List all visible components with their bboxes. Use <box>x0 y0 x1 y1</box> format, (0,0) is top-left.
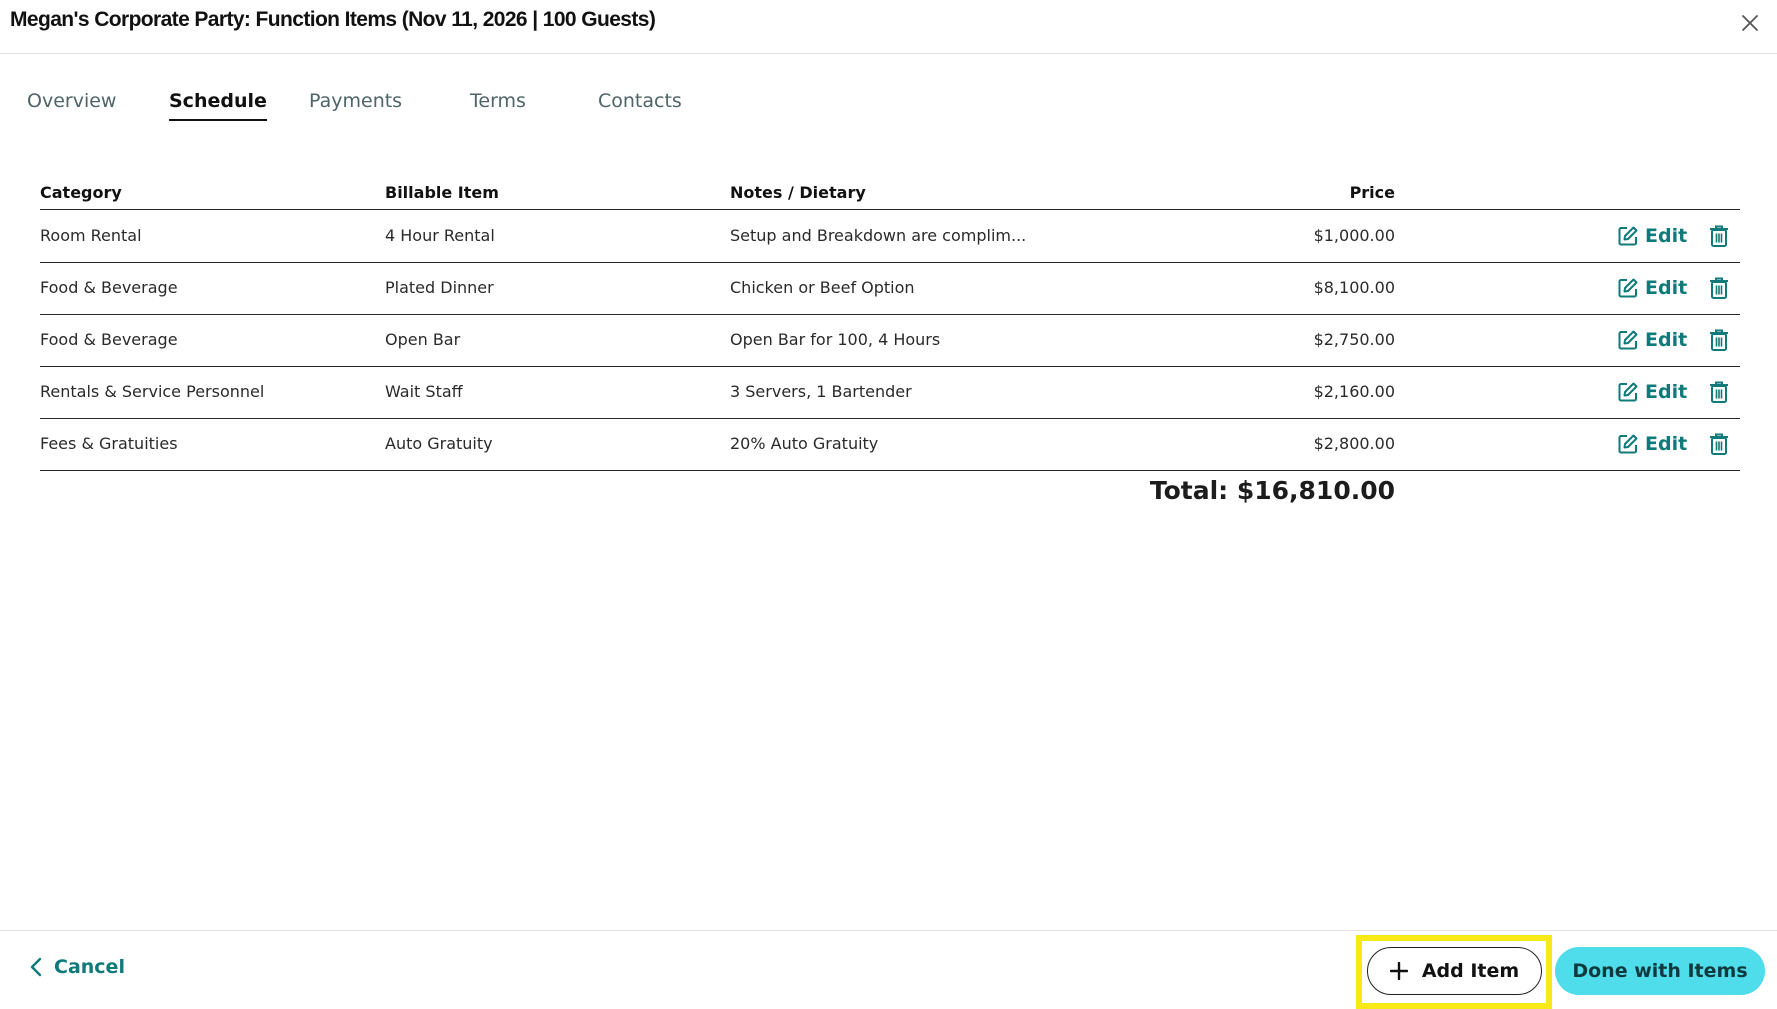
table-row: Food & Beverage Open Bar Open Bar for 10… <box>40 315 1740 367</box>
column-header-billable-item: Billable Item <box>385 183 499 202</box>
row-category: Room Rental <box>40 226 142 245</box>
trash-icon <box>1710 225 1728 247</box>
delete-button[interactable] <box>1707 327 1731 353</box>
row-price: $1,000.00 <box>1313 226 1395 245</box>
edit-icon <box>1618 382 1638 402</box>
edit-icon <box>1618 330 1638 350</box>
trash-icon <box>1710 277 1728 299</box>
edit-icon <box>1618 278 1638 298</box>
modal-footer: Cancel Add Item Done with Items <box>0 930 1777 1009</box>
edit-label: Edit <box>1645 329 1688 351</box>
column-header-price: Price <box>1349 183 1395 202</box>
chevron-left-icon <box>30 957 42 977</box>
column-header-notes: Notes / Dietary <box>730 183 866 202</box>
close-button[interactable] <box>1737 10 1763 36</box>
tab-schedule[interactable]: Schedule <box>169 90 267 121</box>
cancel-label: Cancel <box>54 956 125 978</box>
row-category: Rentals & Service Personnel <box>40 382 265 401</box>
cancel-button[interactable]: Cancel <box>30 956 125 978</box>
tab-payments[interactable]: Payments <box>309 90 402 112</box>
trash-icon <box>1710 329 1728 351</box>
row-billable-item: Wait Staff <box>385 382 463 401</box>
tab-contacts[interactable]: Contacts <box>598 90 682 112</box>
row-price: $8,100.00 <box>1313 278 1395 297</box>
row-price: $2,160.00 <box>1313 382 1395 401</box>
tab-terms[interactable]: Terms <box>470 90 526 112</box>
row-category: Fees & Gratuities <box>40 434 178 453</box>
plus-icon <box>1389 962 1408 980</box>
edit-button[interactable]: Edit <box>1617 326 1687 354</box>
row-notes: Chicken or Beef Option <box>730 278 915 297</box>
row-billable-item: Auto Gratuity <box>385 434 493 453</box>
modal-header: Megan's Corporate Party: Function Items … <box>0 0 1777 54</box>
table-header: Category Billable Item Notes / Dietary P… <box>40 180 1740 210</box>
row-notes: 3 Servers, 1 Bartender <box>730 382 912 401</box>
edit-label: Edit <box>1645 225 1688 247</box>
total-amount: Total: $16,810.00 <box>1149 476 1395 505</box>
table-row: Room Rental 4 Hour Rental Setup and Brea… <box>40 211 1740 263</box>
row-billable-item: Plated Dinner <box>385 278 494 297</box>
done-with-items-button[interactable]: Done with Items <box>1555 947 1765 995</box>
column-header-category: Category <box>40 183 122 202</box>
edit-button[interactable]: Edit <box>1617 274 1687 302</box>
table-row: Food & Beverage Plated Dinner Chicken or… <box>40 263 1740 315</box>
row-billable-item: Open Bar <box>385 330 461 349</box>
row-notes: Setup and Breakdown are complim... <box>730 226 1027 245</box>
row-category: Food & Beverage <box>40 330 178 349</box>
row-price: $2,750.00 <box>1313 330 1395 349</box>
table-row: Fees & Gratuities Auto Gratuity 20% Auto… <box>40 419 1740 471</box>
delete-button[interactable] <box>1707 275 1731 301</box>
edit-icon <box>1618 434 1638 454</box>
delete-button[interactable] <box>1707 431 1731 457</box>
add-item-button[interactable]: Add Item <box>1367 947 1542 995</box>
edit-label: Edit <box>1645 381 1688 403</box>
row-notes: 20% Auto Gratuity <box>730 434 879 453</box>
trash-icon <box>1710 381 1728 403</box>
close-icon <box>1742 15 1758 31</box>
edit-button[interactable]: Edit <box>1617 222 1687 250</box>
edit-label: Edit <box>1645 277 1688 299</box>
table-row: Rentals & Service Personnel Wait Staff 3… <box>40 367 1740 419</box>
row-category: Food & Beverage <box>40 278 178 297</box>
page-title: Megan's Corporate Party: Function Items … <box>10 8 656 31</box>
row-price: $2,800.00 <box>1313 434 1395 453</box>
add-item-label: Add Item <box>1421 960 1520 982</box>
tab-overview[interactable]: Overview <box>27 90 116 112</box>
edit-button[interactable]: Edit <box>1617 378 1687 406</box>
trash-icon <box>1710 433 1728 455</box>
row-billable-item: 4 Hour Rental <box>385 226 495 245</box>
delete-button[interactable] <box>1707 223 1731 249</box>
row-notes: Open Bar for 100, 4 Hours <box>730 330 941 349</box>
edit-icon <box>1618 226 1638 246</box>
edit-button[interactable]: Edit <box>1617 430 1687 458</box>
delete-button[interactable] <box>1707 379 1731 405</box>
edit-label: Edit <box>1645 433 1688 455</box>
